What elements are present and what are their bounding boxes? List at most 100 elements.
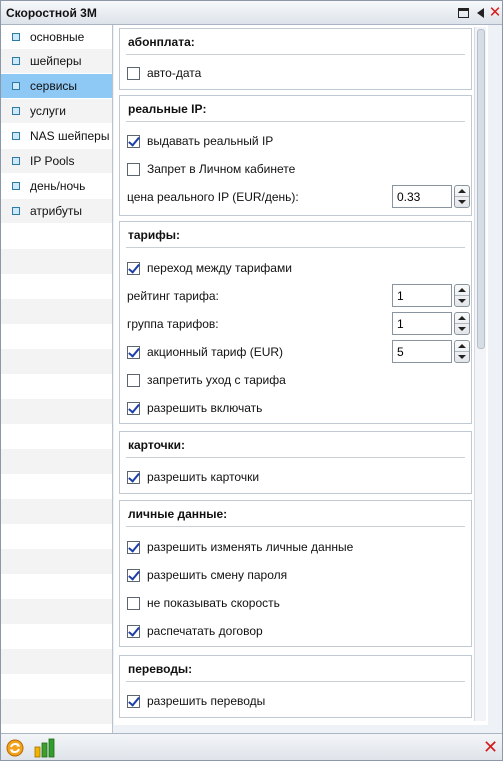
switch-tariffs-label: переход между тарифами [147,261,292,275]
group-abonplata: абонплата: авто-дата [119,28,472,90]
group-title: абонплата: [128,35,195,49]
bullet-icon [12,182,20,190]
print-contract-option[interactable]: распечатать договор [127,621,263,641]
sidebar-item-label: сервисы [30,79,78,93]
ban-in-cabinet-checkbox[interactable] [127,162,140,176]
sidebar-item-services[interactable]: сервисы [1,74,112,98]
real-ip-price-row: цена реального IP (EUR/день): [127,187,299,207]
spinner-buttons [454,312,470,335]
allow-change-data-checkbox[interactable] [127,540,140,554]
allow-change-password-checkbox[interactable] [127,568,140,582]
switch-tariffs-checkbox[interactable] [127,261,140,275]
allow-enable-checkbox[interactable] [127,401,140,415]
allow-cards-checkbox[interactable] [127,470,140,484]
spin-up-icon[interactable] [455,313,469,324]
bullet-icon [12,157,20,165]
group-title: тарифы: [128,228,181,242]
collapse-icon[interactable] [473,6,487,20]
give-real-ip-checkbox[interactable] [127,134,140,148]
bullet-icon [12,82,20,90]
promo-tariff-checkbox[interactable] [127,345,140,359]
refresh-icon[interactable] [6,739,24,757]
forbid-leave-checkbox[interactable] [127,373,140,387]
allow-change-password-option[interactable]: разрешить смену пароля [127,565,287,585]
sidebar-item-nas-shapers[interactable]: NAS шейперы [1,124,112,148]
promo-tariff-label: акционный тариф (EUR) [147,345,284,359]
tariff-rating-spinner [392,284,470,307]
allow-transfers-label: разрешить переводы [147,694,266,708]
forbid-leave-option[interactable]: запретить уход с тарифа [127,370,286,390]
divider [126,526,465,527]
ban-in-cabinet-label: Запрет в Личном кабинете [147,162,296,176]
divider [126,121,465,122]
window: Скоростной 3M ✕ основные шейперы сервисы… [0,0,503,761]
maximize-icon[interactable] [456,6,470,20]
allow-change-password-label: разрешить смену пароля [147,568,288,582]
hide-speed-checkbox[interactable] [127,596,140,610]
real-ip-price-input[interactable] [392,185,452,208]
allow-transfers-option[interactable]: разрешить переводы [127,691,265,711]
tariff-group-spinner [392,312,470,335]
group-title: личные данные: [128,507,228,521]
print-contract-checkbox[interactable] [127,624,140,638]
give-real-ip-label: выдавать реальный IP [147,134,274,148]
spin-up-icon[interactable] [455,186,469,197]
bullet-icon [12,33,20,41]
promo-tariff-input[interactable] [392,340,452,363]
hide-speed-option[interactable]: не показывать скорость [127,593,280,613]
promo-tariff-spinner [392,340,470,363]
tariff-rating-label: рейтинг тарифа: [127,289,219,303]
sidebar-item-basic[interactable]: основные [1,25,112,49]
sidebar-item-shapers[interactable]: шейперы [1,49,112,73]
allow-transfers-checkbox[interactable] [127,694,140,708]
spin-up-icon[interactable] [455,341,469,352]
bullet-icon [12,207,20,215]
sidebar-item-attributes[interactable]: атрибуты [1,199,112,223]
group-real-ip: реальные IP: выдавать реальный IP Запрет… [119,95,472,216]
spinner-buttons [454,185,470,208]
switch-tariffs-option[interactable]: переход между тарифами [127,258,292,278]
tariff-group-input[interactable] [392,312,452,335]
spin-up-icon[interactable] [455,285,469,296]
sidebar-item-label: NAS шейперы [30,129,110,143]
window-title: Скоростной 3M [6,6,97,20]
allow-cards-option[interactable]: разрешить карточки [127,467,259,487]
tariff-rating-input[interactable] [392,284,452,307]
real-ip-price-spinner [392,185,470,208]
promo-tariff-option[interactable]: акционный тариф (EUR) [127,342,283,362]
sidebar: основные шейперы сервисы услуги NAS шейп… [1,25,113,733]
sidebar-item-day-night[interactable]: день/ночь [1,174,112,198]
bullet-icon [12,132,20,140]
bullet-icon [12,57,20,65]
group-title: карточки: [128,438,185,452]
sidebar-item-label: основные [30,30,85,44]
close-icon[interactable]: ✕ [488,5,502,20]
scrollbar-thumb[interactable] [477,29,485,349]
spin-down-icon[interactable] [455,296,469,306]
allow-enable-option[interactable]: разрешить включать [127,398,262,418]
group-personal-data: личные данные: разрешить изменять личные… [119,500,472,647]
title-bar: Скоростной 3M ✕ [1,1,502,25]
sidebar-item-ip-pools[interactable]: IP Pools [1,149,112,173]
allow-change-data-option[interactable]: разрешить изменять личные данные [127,537,353,557]
tariff-rating-row: рейтинг тарифа: [127,286,219,306]
footer-toolbar: ✕ [1,733,502,760]
allow-change-data-label: разрешить изменять личные данные [147,540,354,554]
spin-down-icon[interactable] [455,324,469,334]
group-transfers: переводы: разрешить переводы [119,655,472,718]
sidebar-item-addons[interactable]: услуги [1,99,112,123]
close-icon[interactable]: ✕ [483,738,498,756]
spinner-buttons [454,340,470,363]
give-real-ip-option[interactable]: выдавать реальный IP [127,131,273,151]
spin-down-icon[interactable] [455,352,469,362]
sidebar-item-label: день/ночь [30,179,86,193]
auto-date-option[interactable]: авто-дата [127,63,201,83]
bar-chart-icon[interactable] [34,737,56,758]
ban-in-cabinet-option[interactable]: Запрет в Личном кабинете [127,159,295,179]
spin-down-icon[interactable] [455,197,469,207]
auto-date-checkbox[interactable] [127,66,140,80]
vertical-scrollbar[interactable] [474,27,486,721]
divider [126,247,465,248]
sidebar-item-label: услуги [30,104,66,118]
allow-cards-label: разрешить карточки [147,470,260,484]
